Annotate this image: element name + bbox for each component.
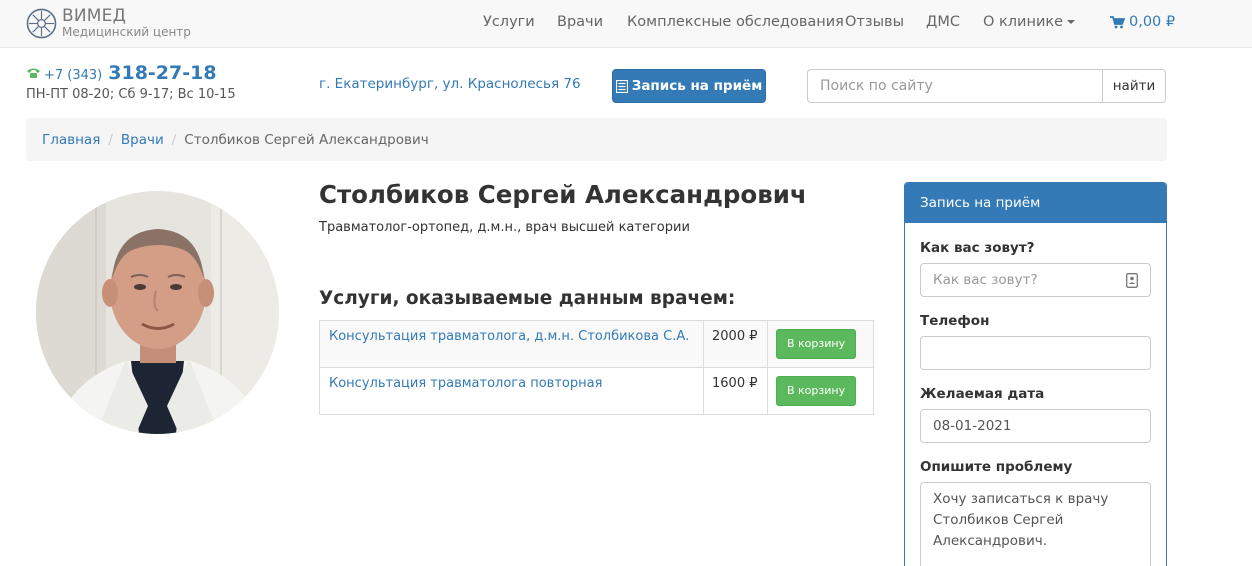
top-navbar: ВИМЕД Медицинский центр Услуги Врачи Ком… — [0, 0, 1252, 48]
search-button[interactable]: найти — [1102, 69, 1166, 103]
service-price: 2000 ₽ — [703, 320, 768, 368]
working-hours: ПН-ПТ 08-20; Сб 9-17; Вс 10-15 — [26, 87, 236, 102]
service-price: 1600 ₽ — [703, 367, 768, 415]
nav-item-doctors[interactable]: Врачи — [557, 14, 603, 30]
add-to-cart-button[interactable]: В корзину — [776, 376, 857, 406]
service-link[interactable]: Консультация травматолога повторная — [329, 376, 602, 391]
date-label: Желаемая дата — [920, 386, 1045, 402]
appointment-form-panel: Запись на приём Как вас зовут? Как вас з… — [904, 182, 1167, 566]
service-link[interactable]: Консультация травматолога, д.м.н. Столби… — [329, 329, 689, 344]
cart-link[interactable]: 0,00 ₽ — [1110, 14, 1175, 30]
search-input[interactable] — [807, 69, 1102, 103]
contact-card-icon — [1126, 272, 1138, 288]
nav-item-services[interactable]: Услуги — [483, 14, 535, 30]
name-input-placeholder: Как вас зовут? — [933, 272, 1038, 288]
breadcrumb-separator: / — [108, 131, 113, 148]
name-input[interactable]: Как вас зовут? — [920, 263, 1151, 297]
brand-logo[interactable]: ВИМЕД Медицинский центр — [26, 8, 191, 39]
site-search: найти — [807, 69, 1166, 103]
phone-prefix: +7 (343) — [44, 68, 103, 83]
phone-label: Телефон — [920, 313, 990, 329]
nav-item-complex-exams[interactable]: Комплексные обследования — [627, 14, 844, 30]
breadcrumb-home[interactable]: Главная — [42, 132, 100, 148]
nav-item-dms[interactable]: ДМС — [926, 14, 960, 30]
nav-dropdown-about[interactable]: О клинике — [983, 14, 1076, 30]
problem-textarea[interactable]: Хочу записаться к врачу Столбиков Сергей… — [920, 482, 1151, 566]
service-cell: Консультация травматолога, д.м.н. Столби… — [319, 320, 704, 368]
appointment-button-label: Запись на приём — [631, 78, 763, 94]
vimed-logo-icon — [26, 8, 57, 39]
breadcrumb-doctors[interactable]: Врачи — [121, 132, 164, 148]
services-table: Консультация травматолога, д.м.н. Столби… — [319, 320, 874, 415]
phone-number: 318-27-18 — [108, 62, 217, 84]
cart-icon — [1110, 15, 1125, 28]
doctor-name: Столбиков Сергей Александрович — [319, 180, 807, 209]
chevron-down-icon — [1067, 20, 1076, 24]
breadcrumb-current: Столбиков Сергей Александрович — [184, 131, 429, 148]
nav-dropdown-about-label: О клинике — [983, 14, 1064, 30]
phone-input[interactable] — [920, 336, 1151, 370]
name-label: Как вас зовут? — [920, 240, 1035, 256]
contact-block: +7 (343) 318-27-18 ПН-ПТ 08-20; Сб 9-17;… — [26, 62, 236, 102]
problem-label: Опишите проблему — [920, 459, 1073, 475]
phone-link[interactable]: +7 (343) 318-27-18 — [26, 62, 236, 84]
brand-name: ВИМЕД — [62, 6, 127, 26]
add-to-cart-button[interactable]: В корзину — [776, 329, 857, 359]
list-icon — [615, 79, 628, 93]
services-heading: Услуги, оказываемые данным врачем: — [319, 288, 736, 309]
clinic-address[interactable]: г. Екатеринбург, ул. Краснолесья 76 — [319, 76, 581, 92]
appointment-form-heading: Запись на приём — [905, 183, 1166, 223]
table-row: Консультация травматолога повторная 1600… — [319, 367, 874, 415]
service-cart-cell: В корзину — [767, 367, 874, 415]
table-row: Консультация травматолога, д.м.н. Столби… — [319, 320, 874, 368]
service-cart-cell: В корзину — [767, 320, 874, 368]
brand-subtitle: Медицинский центр — [62, 25, 191, 39]
breadcrumb: Главная / Врачи / Столбиков Сергей Алекс… — [26, 118, 1167, 161]
service-cell: Консультация травматолога повторная — [319, 367, 704, 415]
date-input[interactable]: 08-01-2021 — [920, 409, 1151, 443]
doctor-photo — [36, 191, 279, 434]
cart-total: 0,00 ₽ — [1129, 14, 1176, 30]
nav-item-reviews[interactable]: Отзывы — [845, 14, 904, 30]
appointment-button[interactable]: Запись на приём — [612, 69, 766, 103]
breadcrumb-separator: / — [171, 131, 177, 148]
doctor-specialty: Травматолог-ортопед, д.м.н., врач высшей… — [319, 220, 690, 235]
phone-icon — [27, 68, 40, 78]
